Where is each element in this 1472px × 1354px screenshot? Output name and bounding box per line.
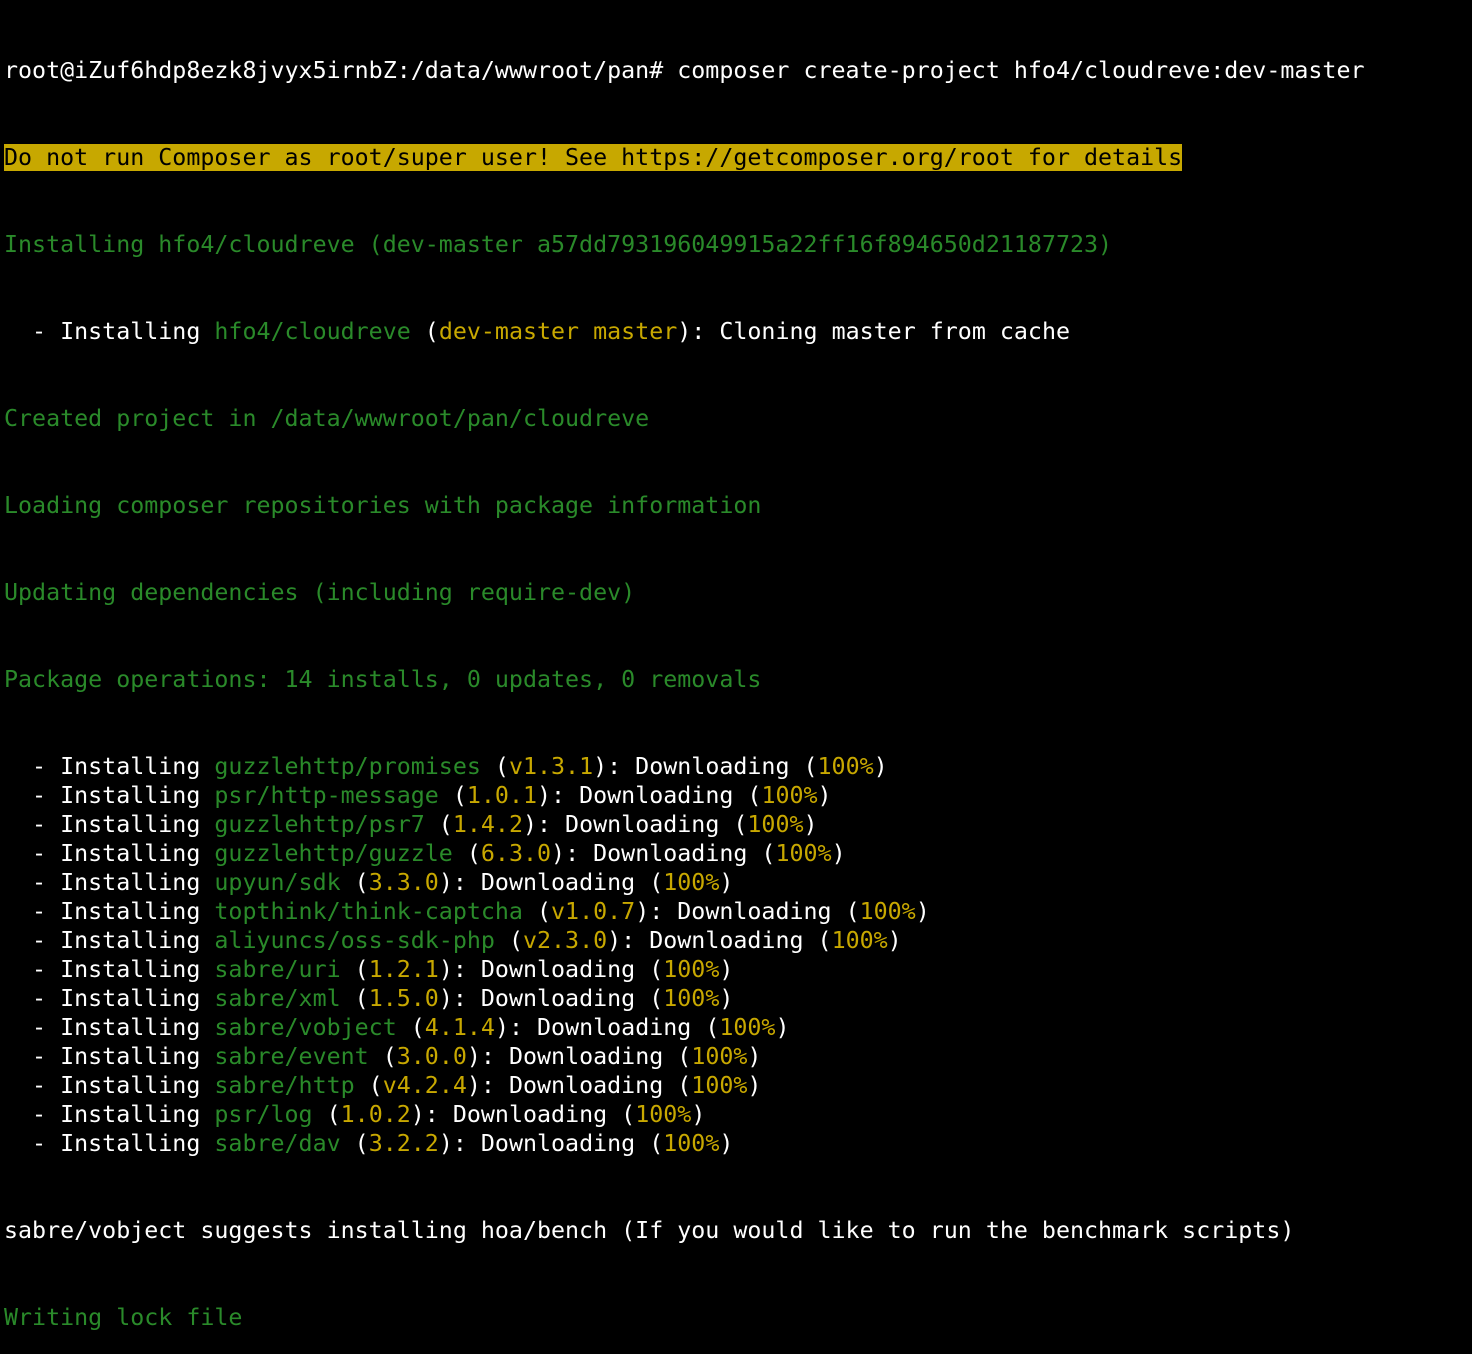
package-version: 1.2.1 [368, 956, 439, 983]
package-version: 3.0.0 [396, 1043, 467, 1070]
updating-deps-line: Updating dependencies (including require… [4, 579, 636, 606]
terminal-output[interactable]: root@iZuf6hdp8ezk8jvyx5irnbZ:/data/wwwro… [4, 0, 1472, 1354]
install-line: - Installing sabre/xml (1.5.0): Download… [4, 985, 734, 1012]
writing-lock-line: Writing lock file [4, 1304, 243, 1331]
install-line: - Installing topthink/think-captcha (v1.… [4, 898, 930, 925]
package-version: v2.3.0 [522, 927, 608, 954]
loading-repos-line: Loading composer repositories with packa… [4, 492, 762, 519]
package-name: sabre/dav [214, 1130, 341, 1157]
download-percent: 100% [747, 811, 804, 838]
package-version: dev-master master [438, 318, 678, 345]
package-operations-line: Package operations: 14 installs, 0 updat… [4, 666, 762, 693]
install-line: - Installing guzzlehttp/psr7 (1.4.2): Do… [4, 811, 818, 838]
package-name: hfo4/cloudreve [214, 318, 411, 345]
download-percent: 100% [719, 1014, 776, 1041]
prompt-line: root@iZuf6hdp8ezk8jvyx5irnbZ:/data/wwwro… [4, 56, 1472, 85]
package-version: v1.3.1 [508, 753, 594, 780]
root-warning-text: Do not run Composer as root/super user! … [4, 144, 1183, 171]
shell-prompt: root@iZuf6hdp8ezk8jvyx5irnbZ:/data/wwwro… [4, 57, 664, 84]
package-version: v4.2.4 [382, 1072, 467, 1099]
package-name: upyun/sdk [214, 869, 341, 896]
package-name: psr/log [214, 1101, 313, 1128]
download-percent: 100% [691, 1043, 748, 1070]
package-name: aliyuncs/oss-sdk-php [214, 927, 495, 954]
install-line: - Installing sabre/http (v4.2.4): Downlo… [4, 1072, 762, 1099]
package-name: sabre/http [214, 1072, 355, 1099]
package-version: v1.0.7 [551, 898, 636, 925]
install-line: - Installing sabre/vobject (4.1.4): Down… [4, 1014, 790, 1041]
install-line: - Installing sabre/event (3.0.0): Downlo… [4, 1043, 762, 1070]
warning-line: Do not run Composer as root/super user! … [4, 143, 1472, 172]
install-line: - Installing sabre/uri (1.2.1): Download… [4, 956, 734, 983]
package-version: 1.5.0 [368, 985, 439, 1012]
created-project-line: Created project in /data/wwwroot/pan/clo… [4, 405, 650, 432]
package-version: 3.2.2 [368, 1130, 439, 1157]
install-line: - Installing sabre/dav (3.2.2): Download… [4, 1130, 734, 1157]
download-percent: 100% [663, 985, 720, 1012]
package-name: guzzlehttp/promises [214, 753, 481, 780]
download-percent: 100% [859, 898, 916, 925]
package-version: 1.4.2 [452, 811, 523, 838]
download-percent: 100% [775, 840, 832, 867]
package-name: psr/http-message [214, 782, 439, 809]
package-name: guzzlehttp/psr7 [214, 811, 425, 838]
download-percent: 100% [663, 869, 720, 896]
install-line: - Installing guzzlehttp/guzzle (6.3.0): … [4, 840, 846, 867]
suggests-line: sabre/vobject suggests installing hoa/be… [4, 1217, 1295, 1244]
download-percent: 100% [663, 1130, 720, 1157]
package-name: topthink/think-captcha [214, 898, 523, 925]
download-percent: 100% [761, 782, 818, 809]
installing-project-line: Installing hfo4/cloudreve (dev-master a5… [4, 231, 1113, 258]
package-version: 1.0.1 [466, 782, 538, 809]
download-percent: 100% [663, 956, 720, 983]
package-name: sabre/event [214, 1043, 369, 1070]
download-percent: 100% [691, 1072, 748, 1099]
package-version: 3.3.0 [368, 869, 439, 896]
install-line: - Installing guzzlehttp/promises (v1.3.1… [4, 753, 888, 780]
install-line: - Installing psr/log (1.0.2): Downloadin… [4, 1101, 706, 1128]
package-version: 6.3.0 [480, 840, 552, 867]
package-version: 1.0.2 [340, 1101, 411, 1128]
download-percent: 100% [831, 927, 888, 954]
package-install-list: - Installing guzzlehttp/promises (v1.3.1… [4, 752, 1472, 1158]
install-line: - Installing psr/http-message (1.0.1): D… [4, 782, 832, 809]
package-version: 4.1.4 [424, 1014, 495, 1041]
download-percent: 100% [817, 753, 874, 780]
package-name: sabre/uri [214, 956, 341, 983]
install-line: - Installing aliyuncs/oss-sdk-php (v2.3.… [4, 927, 902, 954]
download-percent: 100% [635, 1101, 692, 1128]
install-line: - Installing upyun/sdk (3.3.0): Download… [4, 869, 734, 896]
package-name: guzzlehttp/guzzle [214, 840, 453, 867]
package-name: sabre/xml [214, 985, 341, 1012]
command-text: composer create-project hfo4/cloudreve:d… [663, 57, 1365, 84]
package-name: sabre/vobject [214, 1014, 397, 1041]
clone-line: - Installing hfo4/cloudreve (dev-master … [4, 318, 1071, 345]
